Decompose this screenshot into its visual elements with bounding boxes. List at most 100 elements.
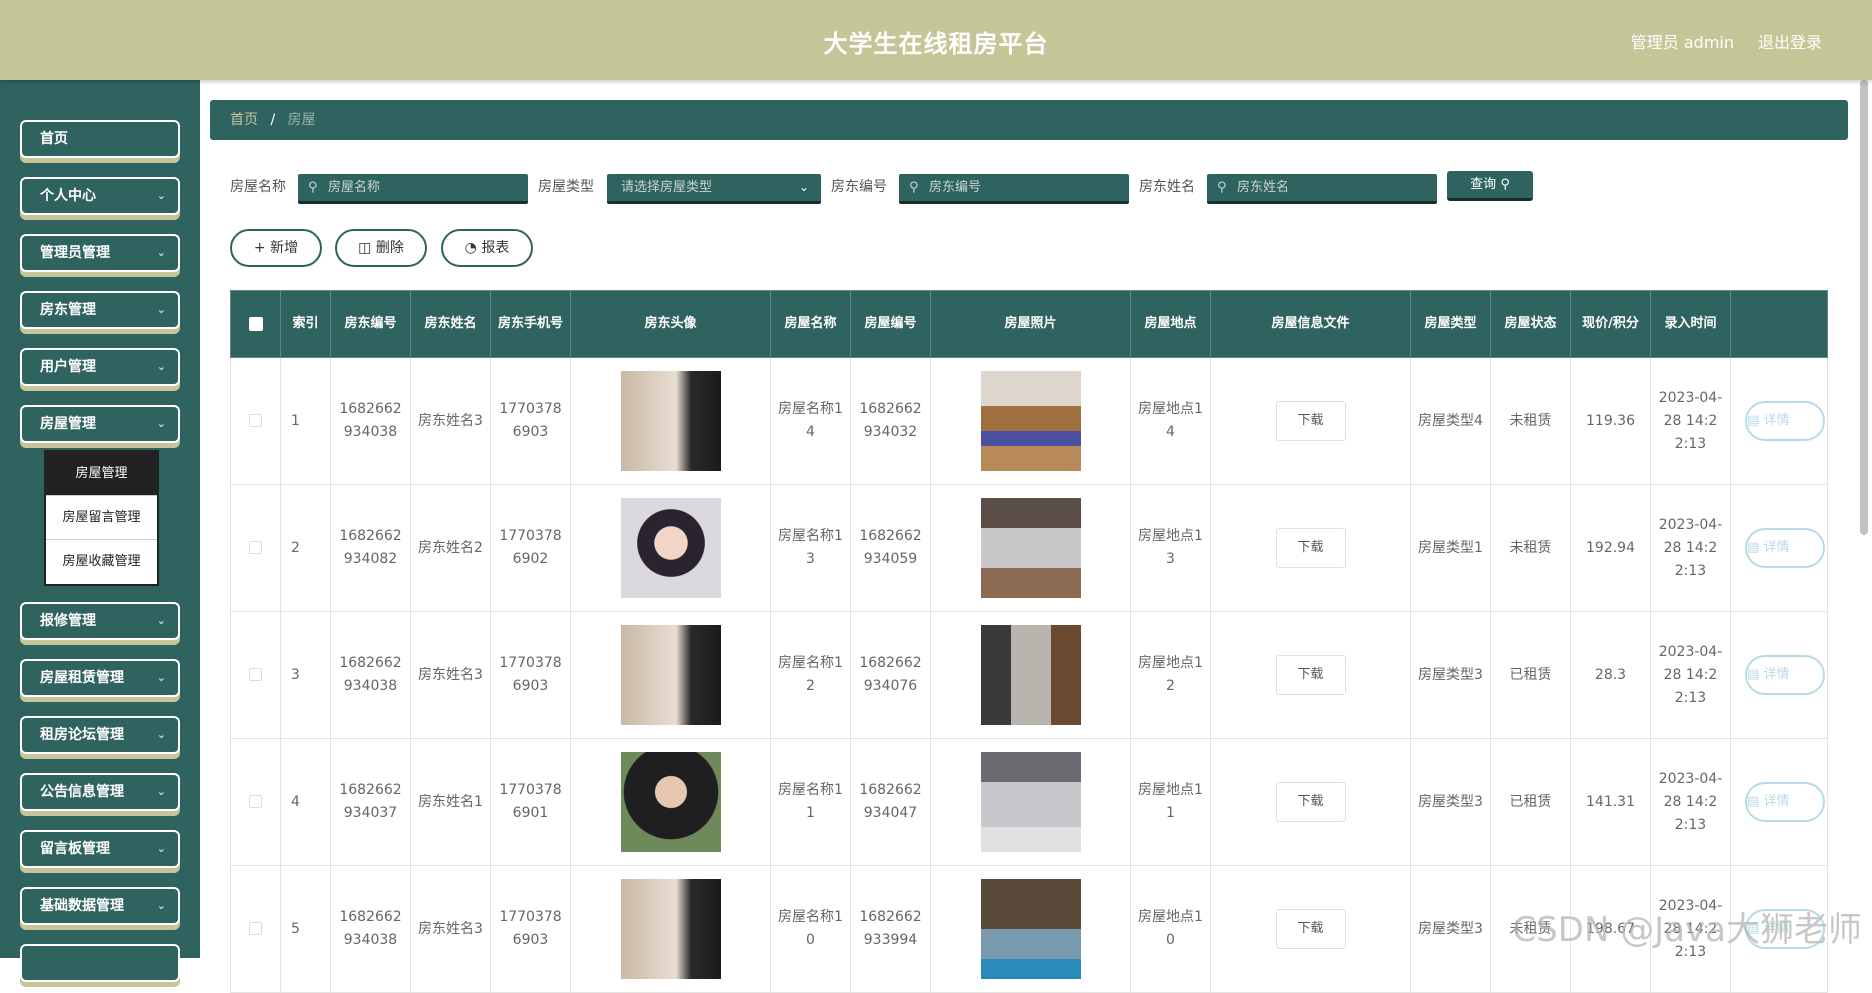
chevron-down-icon: ⌄: [156, 246, 166, 259]
photo-cell: [930, 865, 1131, 993]
submenu-item-house[interactable]: 房屋管理: [46, 452, 157, 496]
landlord-avatar: [620, 625, 721, 725]
column-header: 房屋名称: [770, 290, 851, 358]
landlord-no-cell: 1682662934038: [330, 357, 411, 485]
landlord-no-placeholder: 房东编号: [929, 180, 982, 195]
type-cell: 房屋类型3: [1410, 738, 1491, 866]
sidebar-item-home[interactable]: 首页: [20, 120, 180, 158]
avatar-cell: [570, 738, 771, 866]
price-cell: 141.31: [1570, 738, 1651, 866]
sidebar-item-message-board[interactable]: 留言板管理 ⌄: [20, 830, 180, 868]
sidebar-item-repair-manage[interactable]: 报修管理 ⌄: [20, 602, 180, 640]
document-icon: ▤: [1747, 540, 1760, 555]
sidebar-item-personal-center[interactable]: 个人中心 ⌄: [20, 177, 180, 215]
sidebar-item-house-manage[interactable]: 房屋管理 ⌄: [20, 405, 180, 443]
sidebar: 首页 个人中心 ⌄ 管理员管理 ⌄ 房东管理 ⌄ 用户管理 ⌄ 房屋管理 ⌄ 房屋管理 房…: [0, 80, 200, 982]
sidebar-item-more[interactable]: [20, 944, 180, 982]
column-header: 房屋类型: [1410, 290, 1491, 358]
page-scrollbar[interactable]: [1860, 80, 1868, 535]
sidebar-item-admin-manage[interactable]: 管理员管理 ⌄: [20, 234, 180, 272]
row-select-cell[interactable]: [230, 357, 281, 485]
select-all-header[interactable]: [230, 290, 281, 358]
row-checkbox[interactable]: [249, 414, 262, 427]
query-button-label: 查询: [1470, 177, 1497, 192]
location-cell: 房屋地点13: [1130, 484, 1211, 612]
submenu-item-house-favorite[interactable]: 房屋收藏管理: [46, 540, 157, 584]
select-all-checkbox[interactable]: [248, 316, 263, 331]
add-button[interactable]: + 新增: [230, 229, 322, 267]
action-cell: ▤ 详情: [1730, 738, 1828, 866]
download-button[interactable]: 下载: [1275, 401, 1346, 441]
row-select-cell[interactable]: [230, 865, 281, 993]
phone-cell: 17703786903: [490, 357, 571, 485]
row-checkbox[interactable]: [249, 922, 262, 935]
index-cell: 1: [280, 357, 331, 485]
house-table: 索引 房东编号 房东姓名 房东手机号 房东头像 房屋名称 房屋编号 房屋照片 房…: [230, 290, 1828, 993]
sidebar-item-base-data[interactable]: 基础数据管理 ⌄: [20, 887, 180, 925]
chevron-down-icon: ⌄: [156, 417, 166, 430]
sidebar-item-label: 房屋租赁管理: [40, 670, 124, 686]
table-row: 2 1682662934082 房东姓名2 17703786902 房屋名称13 1682…: [230, 484, 1828, 612]
download-button[interactable]: 下载: [1275, 782, 1346, 822]
column-header: 房屋地点: [1130, 290, 1211, 358]
detail-button[interactable]: ▤ 详情: [1745, 782, 1825, 822]
file-cell: 下载: [1210, 865, 1411, 993]
chevron-down-icon: ⌄: [156, 303, 166, 316]
column-header: 房东手机号: [490, 290, 571, 358]
chevron-down-icon: ⌄: [156, 614, 166, 627]
sidebar-item-user-manage[interactable]: 用户管理 ⌄: [20, 348, 180, 386]
row-checkbox[interactable]: [249, 795, 262, 808]
query-button[interactable]: 查询 ⚲: [1447, 171, 1533, 201]
time-cell: 2023-04-28 14:22:13: [1650, 357, 1731, 485]
landlord-no-input[interactable]: ⚲ 房东编号: [899, 174, 1129, 204]
landlord-name-placeholder: 房东姓名: [1237, 180, 1290, 195]
app-title: 大学生在线租房平台: [823, 30, 1049, 58]
delete-button[interactable]: ◫ 删除: [335, 229, 427, 267]
house-photo: [980, 371, 1081, 471]
sidebar-item-lease-manage[interactable]: 房屋租赁管理 ⌄: [20, 659, 180, 697]
detail-button[interactable]: ▤ 详情: [1745, 655, 1825, 695]
row-select-cell[interactable]: [230, 738, 281, 866]
chevron-down-icon: ⌄: [798, 180, 809, 194]
location-cell: 房屋地点11: [1130, 738, 1211, 866]
column-header: 房屋信息文件: [1210, 290, 1411, 358]
download-button[interactable]: 下载: [1275, 909, 1346, 949]
chevron-down-icon: ⌄: [156, 728, 166, 741]
sidebar-item-forum-manage[interactable]: 租房论坛管理 ⌄: [20, 716, 180, 754]
detail-button-label: 详情: [1763, 794, 1790, 809]
download-button[interactable]: 下载: [1275, 655, 1346, 695]
time-cell: 2023-04-28 14:22:13: [1650, 484, 1731, 612]
landlord-no-cell: 1682662934038: [330, 611, 411, 739]
sidebar-item-label: 用户管理: [40, 359, 96, 375]
row-select-cell[interactable]: [230, 611, 281, 739]
logout-link[interactable]: 退出登录: [1758, 29, 1822, 53]
detail-button[interactable]: ▤ 详情: [1745, 528, 1825, 568]
house-name-cell: 房屋名称11: [770, 738, 851, 866]
submenu-item-house-message[interactable]: 房屋留言管理: [46, 496, 157, 540]
download-button[interactable]: 下载: [1275, 528, 1346, 568]
file-cell: 下载: [1210, 611, 1411, 739]
report-button[interactable]: ◔ 报表: [441, 229, 533, 267]
chevron-down-icon: ⌄: [156, 899, 166, 912]
landlord-avatar: [620, 752, 721, 852]
time-cell: 2023-04-28 14:22:13: [1650, 611, 1731, 739]
index-cell: 3: [280, 611, 331, 739]
sidebar-item-notice-manage[interactable]: 公告信息管理 ⌄: [20, 773, 180, 811]
row-select-cell[interactable]: [230, 484, 281, 612]
row-checkbox[interactable]: [249, 668, 262, 681]
index-cell: 5: [280, 865, 331, 993]
house-type-select[interactable]: 请选择房屋类型 ⌄: [607, 174, 821, 204]
breadcrumb-home[interactable]: 首页: [230, 112, 258, 128]
landlord-no-cell: 1682662934082: [330, 484, 411, 612]
type-cell: 房屋类型3: [1410, 611, 1491, 739]
row-checkbox[interactable]: [249, 541, 262, 554]
column-header: 索引: [280, 290, 331, 358]
column-header: 房屋照片: [930, 290, 1131, 358]
detail-button[interactable]: ▤ 详情: [1745, 401, 1825, 441]
column-header: 录入时间: [1650, 290, 1731, 358]
landlord-name-label: 房东姓名: [1139, 179, 1195, 195]
landlord-name-input[interactable]: ⚲ 房东姓名: [1207, 174, 1437, 204]
sidebar-item-landlord-manage[interactable]: 房东管理 ⌄: [20, 291, 180, 329]
column-header: [1730, 290, 1828, 358]
house-name-input[interactable]: ⚲ 房屋名称: [298, 174, 528, 204]
